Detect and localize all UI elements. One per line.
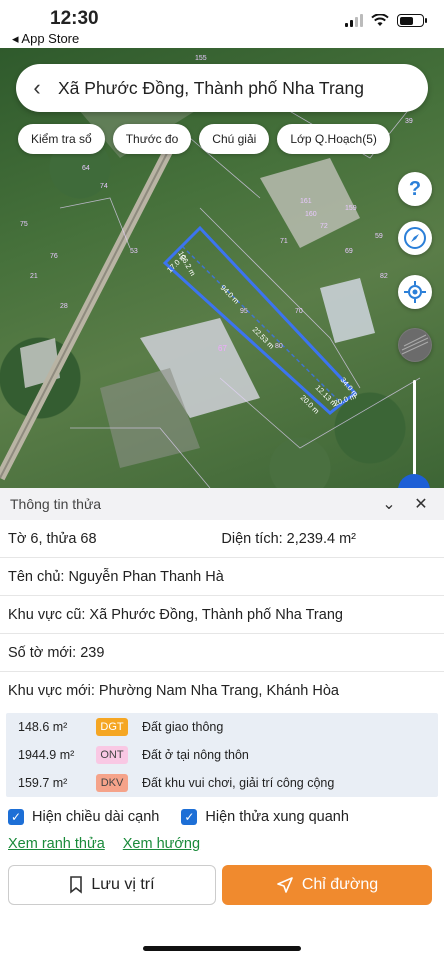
old-area: Khu vực cũ: Xã Phước Đồng, Thành phố Nha… <box>8 606 343 623</box>
back-arrow-icon[interactable]: ‹ <box>16 75 58 101</box>
show-neighbors-checkbox[interactable]: ✓ <box>181 809 198 825</box>
sheet-parcel-row: Tờ 6, thửa 68 Diện tích: 2,239.4 m² <box>0 520 444 558</box>
new-sheet-row: Số tờ mới: 239 <box>0 634 444 672</box>
directions-button[interactable]: Chỉ đường <box>222 865 432 905</box>
save-location-label: Lưu vị trí <box>91 876 155 893</box>
map-layer-button[interactable] <box>398 328 432 362</box>
compass-icon <box>404 227 426 249</box>
location-title: Xã Phước Đồng, Thành phố Nha Trang <box>58 77 364 98</box>
zone-area: 1944.9 m² <box>18 748 75 762</box>
satellite-map[interactable]: 22.53 m 94.0 m 17.0 m 106.2 m 20.0 m 20.0 m 34… <box>0 48 444 488</box>
zone-code-badge: DKV <box>96 774 128 792</box>
status-time: 12:30 <box>50 8 99 29</box>
action-buttons: Lưu vị trí Chỉ đường <box>0 865 444 905</box>
owner-row: Tên chủ: Nguyễn Phan Thanh Hà <box>0 558 444 596</box>
home-indicator <box>143 946 301 951</box>
zone-row: 159.7 m² DKV Đất khu vui chơi, giải trí … <box>6 769 438 797</box>
chip-planning-layers[interactable]: Lớp Q.Hoạch(5) <box>277 124 390 154</box>
owner-name: Tên chủ: Nguyễn Phan Thanh Hà <box>8 568 224 585</box>
opacity-slider-track[interactable] <box>413 380 416 480</box>
new-sheet-number: Số tờ mới: 239 <box>8 644 105 661</box>
signal-icon <box>345 14 363 27</box>
show-edge-length-checkbox[interactable]: ✓ <box>8 809 24 825</box>
zone-description: Đất khu vui chơi, giải trí công cộng <box>142 776 335 790</box>
close-icon[interactable]: ✕ <box>408 494 434 514</box>
view-boundary-link[interactable]: Xem ranh thửa <box>8 836 105 852</box>
zone-code-badge: DGT <box>96 718 128 736</box>
zone-row: 1944.9 m² ONT Đất ở tại nông thôn <box>6 741 438 769</box>
directions-label: Chỉ đường <box>301 876 379 893</box>
show-neighbors-label[interactable]: Hiện thửa xung quanh <box>205 809 349 825</box>
location-search-bar[interactable]: ‹ Xã Phước Đồng, Thành phố Nha Trang <box>16 64 428 112</box>
new-area: Khu vực mới: Phường Nam Nha Trang, Khánh… <box>8 683 340 699</box>
help-button[interactable]: ? <box>398 172 432 206</box>
navigation-arrow-icon <box>277 877 293 893</box>
parcel-area: Diện tích: 2,239.4 m² <box>221 530 356 547</box>
view-direction-link[interactable]: Xem hướng <box>123 836 200 852</box>
land-use-zones: 148.6 m² DGT Đất giao thông 1944.9 m² ON… <box>6 713 438 797</box>
old-area-row: Khu vực cũ: Xã Phước Đồng, Thành phố Nha… <box>0 596 444 634</box>
help-icon: ? <box>408 177 422 200</box>
locate-icon <box>404 281 426 303</box>
chip-check-deed[interactable]: Kiểm tra sổ <box>18 124 105 154</box>
zone-area: 148.6 m² <box>18 720 68 734</box>
wifi-icon <box>371 14 389 26</box>
zone-code-badge: ONT <box>96 746 128 764</box>
zone-row: 148.6 m² DGT Đất giao thông <box>6 713 438 741</box>
my-location-button[interactable] <box>398 275 432 309</box>
sheet-parcel-number: Tờ 6, thửa 68 <box>8 530 97 547</box>
save-location-button[interactable]: Lưu vị trí <box>8 865 216 905</box>
map-overlay <box>0 68 421 488</box>
layers-icon <box>399 329 431 361</box>
back-to-app-store[interactable]: ◂ App Store <box>12 31 79 47</box>
new-area-row: Khu vực mới: Phường Nam Nha Trang, Khánh… <box>0 672 444 710</box>
zone-area: 159.7 m² <box>18 776 68 790</box>
sheet-title: Thông tin thửa <box>10 496 102 512</box>
collapse-chevron-icon[interactable]: ⌄ <box>376 494 402 514</box>
status-icons <box>345 14 427 27</box>
parcel-info-sheet: Thông tin thửa ⌄ ✕ Tờ 6, thửa 68 Diện tí… <box>0 488 444 960</box>
bookmark-icon <box>70 876 83 894</box>
chip-legend[interactable]: Chú giải <box>199 124 270 154</box>
zone-description: Đất ở tại nông thôn <box>142 748 249 762</box>
display-options: ✓ Hiện chiều dài cạnh ✓ Hiện thửa xung q… <box>0 803 444 831</box>
battery-icon <box>397 14 427 27</box>
chip-measure[interactable]: Thước đo <box>112 124 192 154</box>
view-links: Xem ranh thửa Xem hướng <box>0 831 444 857</box>
map-tool-chips: Kiểm tra sổ Thước đo Chú giải Lớp Q.Hoạc… <box>18 124 390 154</box>
sheet-header: Thông tin thửa ⌄ ✕ <box>0 488 444 520</box>
status-bar: 12:30 ◂ App Store <box>0 0 444 48</box>
zone-description: Đất giao thông <box>142 720 224 734</box>
compass-button[interactable] <box>398 221 432 255</box>
show-edge-length-label[interactable]: Hiện chiều dài cạnh <box>32 809 159 825</box>
